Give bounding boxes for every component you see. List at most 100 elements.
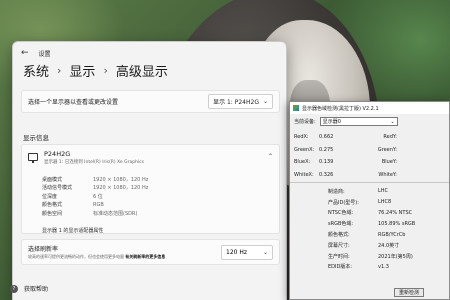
monitor-icon [28, 153, 38, 163]
info-value: RGB [93, 201, 104, 208]
info-value: 1920 × 1080，120 Hz [93, 176, 149, 183]
metric-row: 生产时间: 2021年(第5周) [294, 251, 449, 262]
info-value: 1920 × 1080，120 Hz [93, 185, 149, 192]
coord-value: 0.662 [319, 134, 334, 141]
coord-value: 0.139 [319, 159, 334, 166]
info-value: 6 位 [93, 193, 103, 200]
coord-row: BlueX: 0.139 BlueY: [294, 156, 450, 169]
get-help-link[interactable]: ? 获取帮助 [10, 284, 48, 293]
gamut-tool-window: 显示器色域检测(黑拉丁版) V2.2.1 当前设备: 显示器0 ⌄ RedX: … [289, 101, 450, 300]
coord-label: WhiteX: [294, 171, 314, 178]
metric-value: 2021年(第5周) [378, 253, 413, 260]
chromaticity-grid: RedX: 0.662 RedY: GreenX: 0.275 GreenY: … [294, 131, 450, 181]
chevron-up-icon[interactable]: ⌃ [268, 153, 273, 160]
metric-value: LHC8 [378, 199, 392, 206]
coord-value: 0.326 [319, 171, 334, 178]
chevron-right-icon: › [103, 64, 108, 77]
coord-label: BlueX: [294, 159, 311, 166]
refresh-rate-dropdown[interactable]: 120 Hz ⌄ [221, 244, 273, 260]
metric-row: 制造商: LHC [294, 186, 449, 197]
info-key: 颜色空间 [42, 210, 63, 217]
adapter-properties-link[interactable]: 显示器 1 的显示适配器属性 [42, 227, 103, 234]
metric-row: 颜色格式: RGB/YCrCb [294, 229, 449, 240]
get-help-label: 获取帮助 [24, 286, 49, 293]
metric-value: RGB/YCrCb [378, 231, 406, 238]
info-value: 标准动态范围(SDR) [93, 210, 138, 217]
metric-value: 105.89% sRGB [378, 220, 416, 227]
chevron-down-icon: ⌄ [262, 248, 268, 256]
display-info-card: P24H2G 显示器 1: 已连接到 Intel(R) Iris(R) Xe G… [21, 144, 280, 234]
metric-row: 产品ID(型号): LHC8 [294, 197, 449, 208]
refresh-rate-desc-text: 较高的速率可提供更流畅的动作，但也会使用更多电量 [28, 254, 124, 259]
metric-row: EDID版本: v1.3 [294, 262, 449, 273]
breadcrumb-system[interactable]: 系统 [23, 61, 49, 80]
metric-key: 屏幕尺寸: [328, 242, 350, 249]
coord-label-right: BlueY: [381, 159, 397, 166]
gamut-tool-titlebar: 显示器色域检测(黑拉丁版) V2.2.1 [290, 102, 449, 114]
metric-row: 屏幕尺寸: 24.0英寸 [294, 240, 449, 251]
chevron-right-icon: › [57, 64, 62, 77]
metric-key: 制造商: [328, 188, 345, 195]
metric-key: NTSC色域: [328, 210, 354, 217]
info-key: 桌面模式 [42, 176, 63, 183]
coord-row: RedX: 0.662 RedY: [294, 131, 450, 144]
redetect-button[interactable]: 重新检测 [394, 288, 424, 297]
metric-key: 颜色格式: [328, 232, 350, 239]
display-selector-value: 显示 1: P24H2G [213, 99, 259, 106]
breadcrumb: 系统 › 显示 › 高级显示 [23, 61, 168, 80]
settings-window: ← 设置 系统 › 显示 › 高级显示 选择一个显示器以查看或更改设置 显示 1… [12, 41, 287, 300]
refresh-rate-description: 较高的速率可提供更流畅的动作，但也会使用更多电量 有关刷新率的更多信息 [28, 254, 165, 260]
info-key: 颜色格式 [42, 202, 63, 209]
display-selector-card: 选择一个显示器以查看或更改设置 显示 1: P24H2G ⌄ [21, 90, 280, 113]
breadcrumb-display[interactable]: 显示 [69, 61, 95, 80]
settings-window-title: 设置 [38, 50, 51, 58]
refresh-rate-title: 选择刷新率 [28, 246, 59, 253]
app-icon [293, 105, 299, 111]
gamut-tool-title: 显示器色域检测(黑拉丁版) V2.2.1 [302, 105, 379, 112]
chevron-down-icon: ⌄ [390, 118, 395, 125]
back-arrow-icon[interactable]: ← [21, 48, 29, 58]
info-row: 颜色空间 标准动态范围(SDR) [42, 209, 148, 218]
coord-label-right: GreenY: [377, 146, 397, 153]
display-subtitle: 显示器 1: 已连接到 Intel(R) Iris(R) Xe Graphics [44, 160, 144, 165]
info-row: 桌面模式 1920 × 1080，120 Hz [42, 175, 148, 184]
metric-value: 76.24% NTSC [378, 209, 413, 216]
coord-value: 0.275 [319, 146, 334, 153]
metric-value: LHC [378, 188, 389, 195]
device-label: 当前设备: [294, 119, 316, 125]
monitor-metrics: 制造商: LHC 产品ID(型号): LHC8 NTSC色域: 76.24% N… [294, 186, 449, 272]
refresh-rate-info-link[interactable]: 有关刷新率的更多信息 [125, 254, 165, 259]
metric-key: 产品ID(型号): [328, 199, 359, 206]
info-key: 位深度 [42, 193, 58, 200]
metric-key: 生产时间: [328, 253, 350, 260]
refresh-rate-card: 选择刷新率 较高的速率可提供更流畅的动作，但也会使用更多电量 有关刷新率的更多信… [21, 239, 280, 265]
info-row: 位深度 6 位 [42, 192, 148, 201]
device-select-value: 显示器0 [322, 119, 341, 125]
metric-row: NTSC色域: 76.24% NTSC [294, 208, 449, 219]
device-select[interactable]: 显示器0 ⌄ [319, 117, 398, 126]
display-info-table: 桌面模式 1920 × 1080，120 Hz 活动信号模式 1920 × 10… [42, 175, 148, 218]
coord-label-right: RedY: [383, 134, 397, 141]
info-row: 颜色格式 RGB [42, 201, 148, 210]
metric-value: 24.0英寸 [378, 242, 400, 249]
display-info-header[interactable]: P24H2G 显示器 1: 已连接到 Intel(R) Iris(R) Xe G… [22, 145, 279, 165]
breadcrumb-advanced-display: 高级显示 [115, 65, 168, 80]
metric-key: sRGB色域: [328, 221, 354, 228]
device-row: 当前设备: 显示器0 ⌄ [294, 117, 398, 126]
help-icon: ? [10, 284, 18, 293]
display-info-heading: 显示信息 [23, 134, 49, 142]
coord-label: RedX: [294, 134, 309, 141]
coord-label: GreenX: [294, 146, 315, 153]
display-selector-label: 选择一个显示器以查看或更改设置 [28, 99, 119, 106]
metric-row: sRGB色域: 105.89% sRGB [294, 218, 449, 229]
coord-row: GreenX: 0.275 GreenY: [294, 144, 450, 157]
divider [290, 182, 449, 183]
info-key: 活动信号模式 [42, 185, 73, 192]
display-name: P24H2G [44, 150, 71, 158]
display-selector-dropdown[interactable]: 显示 1: P24H2G ⌄ [208, 94, 273, 109]
coord-label-right: WhiteY: [378, 171, 397, 178]
chevron-down-icon: ⌄ [262, 98, 268, 105]
info-row: 活动信号模式 1920 × 1080，120 Hz [42, 184, 148, 193]
metric-value: v1.3 [378, 263, 389, 270]
coord-row: WhiteX: 0.326 WhiteY: [294, 169, 450, 182]
